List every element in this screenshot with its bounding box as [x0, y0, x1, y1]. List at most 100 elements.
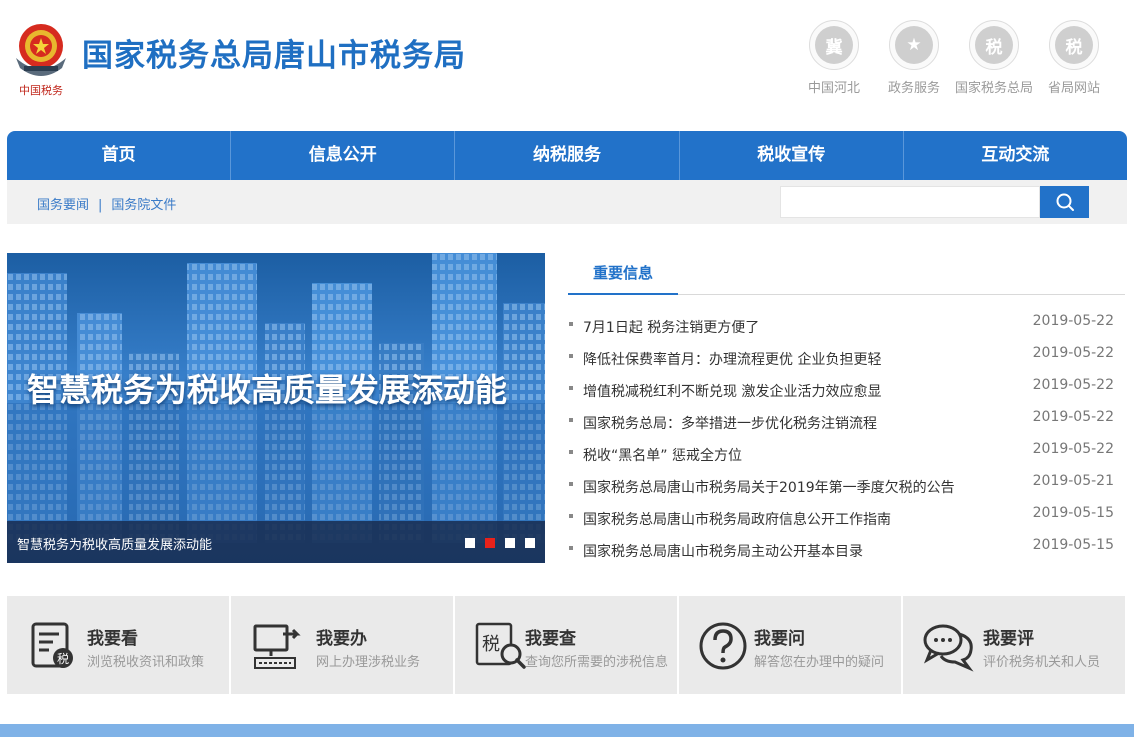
- question-icon: [699, 622, 747, 670]
- slide-dot-3[interactable]: [505, 538, 515, 548]
- search-button[interactable]: [1040, 186, 1089, 218]
- service-title: 我要查: [525, 629, 576, 649]
- sublink-state-news[interactable]: 国务要闻: [37, 198, 89, 213]
- news-title[interactable]: 7月1日起 税务注销更方便了: [583, 317, 759, 337]
- news-title[interactable]: 国家税务总局唐山市税务局政府信息公开工作指南: [583, 509, 891, 529]
- hero-banner[interactable]: 智慧税务为税收高质量发展添动能 智慧税务为税收高质量发展添动能: [7, 253, 545, 563]
- nav-item-home[interactable]: 首页: [7, 131, 230, 180]
- slide-dot-1[interactable]: [465, 538, 475, 548]
- top-link-province[interactable]: 税 省局网站: [1034, 20, 1114, 96]
- list-item: 国家税务总局唐山市税务局关于2019年第一季度欠税的公告 2019-05-21: [568, 471, 1125, 503]
- service-desc: 查询您所需要的涉税信息: [525, 655, 669, 670]
- bullet-icon: [569, 514, 573, 518]
- service-shortcuts: 税 我要看 浏览税收资讯和政策 我要办 网上办理涉税业务 税 我要查 查询您所需…: [7, 596, 1125, 694]
- tax-bureau-icon: 税: [1055, 26, 1093, 64]
- document-tax-icon: 税: [31, 622, 73, 668]
- bullet-icon: [569, 322, 573, 326]
- service-title: 我要问: [754, 629, 805, 649]
- tax-search-icon: 税: [475, 622, 526, 669]
- svg-text:税: 税: [57, 652, 69, 666]
- hebei-icon: 冀: [815, 26, 853, 64]
- service-desc: 网上办理涉税业务: [316, 655, 421, 670]
- list-item: 降低社保费率首月：办理流程更优 企业负担更轻 2019-05-22: [568, 343, 1125, 375]
- top-link-gov-service[interactable]: ★ 政务服务: [874, 20, 954, 96]
- top-link-hebei[interactable]: 冀 中国河北: [794, 20, 874, 96]
- tax-bureau-icon: 税: [975, 26, 1013, 64]
- svg-text:税: 税: [482, 634, 500, 655]
- nav-item-tax-promotion[interactable]: 税收宣传: [678, 131, 903, 180]
- top-link-state-tax[interactable]: 税 国家税务总局: [954, 20, 1034, 96]
- news-date: 2019-05-22: [1032, 377, 1114, 393]
- news-title[interactable]: 增值税减税红利不断兑现 激发企业活力效应愈显: [583, 381, 881, 401]
- banner-headline: 智慧税务为税收高质量发展添动能: [27, 371, 508, 409]
- sub-bar: 国务要闻 | 国务院文件: [7, 180, 1127, 224]
- important-news-panel: 重要信息 7月1日起 税务注销更方便了 2019-05-22 降低社保费率首月：…: [568, 253, 1125, 563]
- main-nav: 首页 信息公开 纳税服务 税收宣传 互动交流: [7, 131, 1127, 180]
- star-badge-icon: ★: [895, 26, 933, 64]
- bullet-icon: [569, 354, 573, 358]
- site-header: 中国税务 国家税务总局唐山市税务局 冀 中国河北 ★ 政务服务 税 国家税务总局…: [0, 0, 1134, 130]
- list-item: 国家税务总局：多举措进一步优化税务注销流程 2019-05-22: [568, 407, 1125, 439]
- slide-indicators: [465, 538, 535, 548]
- service-ask[interactable]: 我要问 解答您在办理中的疑问: [677, 596, 901, 694]
- bullet-icon: [569, 418, 573, 422]
- news-date: 2019-05-15: [1032, 537, 1114, 553]
- chat-bubbles-icon: [923, 624, 974, 672]
- news-date: 2019-05-22: [1032, 345, 1114, 361]
- news-title[interactable]: 国家税务总局唐山市税务局主动公开基本目录: [583, 541, 863, 561]
- bullet-icon: [569, 546, 573, 550]
- list-item: 国家税务总局唐山市税务局政府信息公开工作指南 2019-05-15: [568, 503, 1125, 535]
- top-link-label: 政务服务: [887, 81, 940, 96]
- top-link-label: 省局网站: [1047, 81, 1100, 96]
- top-link-label: 国家税务总局: [954, 81, 1033, 96]
- search-input[interactable]: [780, 186, 1040, 218]
- list-item: 国家税务总局唐山市税务局主动公开基本目录 2019-05-15: [568, 535, 1125, 567]
- news-title[interactable]: 国家税务总局唐山市税务局关于2019年第一季度欠税的公告: [583, 477, 955, 497]
- news-date: 2019-05-15: [1032, 505, 1114, 521]
- news-date: 2019-05-22: [1032, 313, 1114, 329]
- service-desc: 浏览税收资讯和政策: [87, 655, 205, 670]
- list-item: 7月1日起 税务注销更方便了 2019-05-22: [568, 311, 1125, 343]
- news-title[interactable]: 降低社保费率首月：办理流程更优 企业负担更轻: [583, 349, 881, 369]
- computer-icon: [253, 624, 301, 669]
- tax-emblem-logo[interactable]: 中国税务: [10, 18, 72, 98]
- service-title: 我要看: [87, 629, 138, 649]
- top-links: 冀 中国河北 ★ 政务服务 税 国家税务总局 税 省局网站: [794, 20, 1114, 96]
- search-icon: [1056, 193, 1074, 211]
- nav-item-info-disclosure[interactable]: 信息公开: [230, 131, 454, 180]
- news-date: 2019-05-22: [1032, 441, 1114, 457]
- banner-caption[interactable]: 智慧税务为税收高质量发展添动能: [17, 534, 212, 553]
- bullet-icon: [569, 450, 573, 454]
- service-view[interactable]: 税 我要看 浏览税收资讯和政策: [7, 596, 229, 694]
- sub-links: 国务要闻 | 国务院文件: [37, 194, 176, 213]
- bullet-icon: [569, 386, 573, 390]
- news-date: 2019-05-21: [1032, 473, 1114, 489]
- list-item: 增值税减税红利不断兑现 激发企业活力效应愈显 2019-05-22: [568, 375, 1125, 407]
- service-query[interactable]: 税 我要查 查询您所需要的涉税信息: [453, 596, 677, 694]
- news-list: 7月1日起 税务注销更方便了 2019-05-22 降低社保费率首月：办理流程更…: [568, 311, 1125, 567]
- sublink-state-council-docs[interactable]: 国务院文件: [111, 198, 176, 213]
- news-title[interactable]: 国家税务总局：多举措进一步优化税务注销流程: [583, 413, 877, 433]
- svg-text:中国税务: 中国税务: [19, 83, 63, 97]
- news-date: 2019-05-22: [1032, 409, 1114, 425]
- service-title: 我要办: [316, 629, 367, 649]
- news-title[interactable]: 税收“黑名单” 惩戒全方位: [583, 445, 742, 465]
- list-item: 税收“黑名单” 惩戒全方位 2019-05-22: [568, 439, 1125, 471]
- service-evaluate[interactable]: 我要评 评价税务机关和人员: [901, 596, 1125, 694]
- tab-important-info[interactable]: 重要信息: [568, 253, 678, 295]
- service-desc: 解答您在办理中的疑问: [754, 655, 885, 670]
- link-separator: |: [98, 198, 103, 213]
- slide-dot-4[interactable]: [525, 538, 535, 548]
- site-title: 国家税务总局唐山市税务局: [82, 38, 466, 74]
- service-desc: 评价税务机关和人员: [983, 655, 1101, 670]
- service-handle[interactable]: 我要办 网上办理涉税业务: [229, 596, 453, 694]
- top-link-label: 中国河北: [807, 81, 860, 96]
- slide-dot-2[interactable]: [485, 538, 495, 548]
- service-title: 我要评: [983, 629, 1034, 649]
- footer-bar: [0, 724, 1134, 737]
- nav-item-interaction[interactable]: 互动交流: [902, 131, 1127, 180]
- news-tabs: 重要信息: [568, 253, 1125, 295]
- bullet-icon: [569, 482, 573, 486]
- banner-caption-bar: 智慧税务为税收高质量发展添动能: [7, 521, 545, 563]
- nav-item-tax-service[interactable]: 纳税服务: [454, 131, 678, 180]
